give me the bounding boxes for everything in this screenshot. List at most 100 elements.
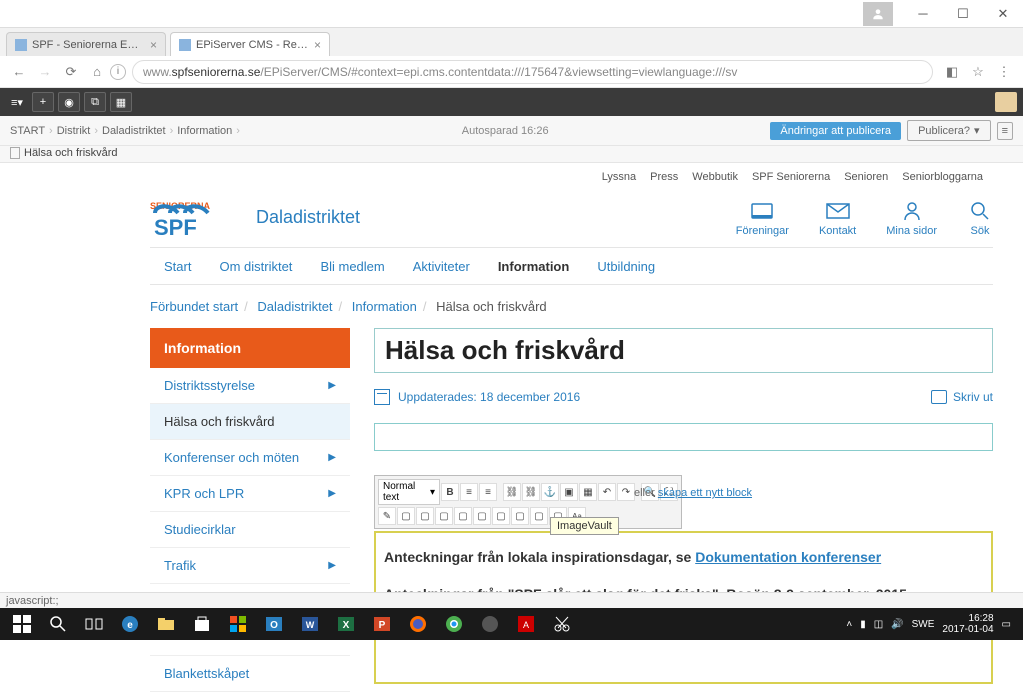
rte-btn[interactable]: ▢ [511, 507, 529, 525]
nav-omdistriktet[interactable]: Om distriktet [205, 248, 306, 284]
util-link[interactable]: SPF Seniorerna [752, 171, 830, 193]
sidebar-item[interactable]: Konferenser och möten▶ [150, 440, 350, 476]
taskbar-edge[interactable]: e [112, 610, 148, 638]
window-close[interactable]: ✕ [983, 0, 1023, 28]
cms-preview-icon[interactable]: ◉ [58, 92, 80, 112]
nav-forward[interactable]: → [32, 59, 58, 85]
system-tray[interactable]: ˄ ▮ ◫ 🔊 SWE 16:28 2017-01-04 ▭ [846, 613, 1019, 635]
sidebar-item[interactable]: KPR och LPR▶ [150, 476, 350, 512]
tray-volume-icon[interactable]: 🔊 [891, 619, 903, 630]
cms-grid-icon[interactable]: ▦ [110, 92, 132, 112]
rte-link[interactable]: ⛓ [503, 483, 521, 501]
quick-kontakt[interactable]: Kontakt [819, 201, 856, 237]
rte-btn[interactable]: ▢ [454, 507, 472, 525]
rte-image[interactable]: ▣ [560, 483, 578, 501]
taskbar-app2[interactable] [472, 610, 508, 638]
user-account-icon[interactable] [863, 2, 893, 26]
nav-blimedlem[interactable]: Bli medlem [306, 248, 398, 284]
taskbar-excel[interactable]: X [328, 610, 364, 638]
sidebar-item[interactable]: Distriktsstyrelse▶ [150, 368, 350, 404]
util-link[interactable]: Seniorbloggarna [902, 171, 983, 193]
tray-clock[interactable]: 16:28 2017-01-04 [942, 613, 993, 635]
sidebar-item[interactable]: Studiecirklar [150, 512, 350, 548]
tray-notifications-icon[interactable]: ▭ [1002, 619, 1011, 630]
rte-anchor[interactable]: ⚓ [541, 483, 559, 501]
browser-tab[interactable]: SPF - Seniorerna Episerv… × [6, 32, 166, 56]
print-link[interactable]: Skriv ut [931, 390, 993, 404]
cms-menu-icon[interactable]: ≡▾ [6, 92, 28, 112]
cms-assets-icon[interactable] [995, 92, 1017, 112]
util-link[interactable]: Senioren [844, 171, 888, 193]
taskbar-snip[interactable] [544, 610, 580, 638]
sidebar-item[interactable]: Trafik▶ [150, 548, 350, 584]
window-maximize[interactable]: ☐ [943, 0, 983, 28]
quick-foreningar[interactable]: Föreningar [736, 201, 789, 237]
rte-numbered[interactable]: ≡ [479, 483, 497, 501]
nav-information[interactable]: Information [484, 248, 584, 284]
nav-aktiviteter[interactable]: Aktiviteter [399, 248, 484, 284]
util-link[interactable]: Webbutik [692, 171, 738, 193]
rte-edit[interactable]: ✎ [378, 507, 396, 525]
tray-chevron-icon[interactable]: ˄ [846, 619, 852, 630]
taskbar-outlook[interactable]: O [256, 610, 292, 638]
district-name[interactable]: Daladistriktet [256, 207, 360, 228]
rte-btn[interactable]: ▢ [530, 507, 548, 525]
tab-close-icon[interactable]: × [150, 38, 157, 52]
util-link[interactable]: Lyssna [602, 171, 636, 193]
view-options-button[interactable]: ≡ [997, 122, 1013, 140]
publish-button[interactable]: Publicera?▾ [907, 120, 991, 141]
rte-format-select[interactable]: Normal text▾ [378, 479, 440, 505]
tab-close-icon[interactable]: × [314, 38, 321, 52]
browser-menu-icon[interactable]: ⋮ [991, 59, 1017, 85]
browser-tab-active[interactable]: EPiServer CMS - Rediger… × [170, 32, 330, 56]
search-taskbar-icon[interactable] [40, 610, 76, 638]
rte-bullets[interactable]: ≡ [460, 483, 478, 501]
crumb-link[interactable]: Information [352, 299, 417, 314]
bookmark-icon[interactable]: ☆ [965, 59, 991, 85]
taskbar-explorer[interactable] [148, 610, 184, 638]
taskbar-store[interactable] [184, 610, 220, 638]
rte-btn[interactable]: ▢ [397, 507, 415, 525]
rte-btn[interactable]: ▢ [492, 507, 510, 525]
site-logo[interactable]: SENIORERNA SPF [150, 195, 240, 237]
taskbar-app[interactable] [220, 610, 256, 638]
rte-redo[interactable]: ↷ [617, 483, 635, 501]
crumb-link[interactable]: Förbundet start [150, 299, 238, 314]
address-bar[interactable]: www.spfseniorerna.se/EPiServer/CMS/#cont… [132, 60, 933, 84]
cms-screen-icon[interactable]: ⧉ [84, 92, 106, 112]
taskbar-powerpoint[interactable]: P [364, 610, 400, 638]
changes-to-publish-button[interactable]: Ändringar att publicera [770, 122, 901, 140]
taskbar-chrome[interactable] [436, 610, 472, 638]
rte-media[interactable]: ▦ [579, 483, 597, 501]
view-mode-icon[interactable]: ◧ [939, 59, 965, 85]
crumb-link[interactable]: Daladistriktet [257, 299, 332, 314]
tray-lang[interactable]: SWE [912, 619, 935, 630]
nav-back[interactable]: ← [6, 59, 32, 85]
util-link[interactable]: Press [650, 171, 678, 193]
nav-start[interactable]: Start [150, 248, 205, 284]
window-minimize[interactable]: ─ [903, 0, 943, 28]
nav-home[interactable]: ⌂ [84, 59, 110, 85]
nav-reload[interactable]: ⟳ [58, 59, 84, 85]
rte-undo[interactable]: ↶ [598, 483, 616, 501]
taskbar-firefox[interactable] [400, 610, 436, 638]
tray-battery-icon[interactable]: ▮ [860, 619, 866, 630]
task-view-icon[interactable] [76, 610, 112, 638]
rte-btn[interactable]: ▢ [435, 507, 453, 525]
rte-unlink[interactable]: ⛓ [522, 483, 540, 501]
sidebar-item[interactable]: Blankettskåpet [150, 656, 350, 692]
nav-utbildning[interactable]: Utbildning [583, 248, 669, 284]
start-button[interactable] [4, 610, 40, 638]
doc-link[interactable]: Dokumentation konferenser [695, 549, 881, 565]
taskbar-acrobat[interactable]: A [508, 610, 544, 638]
empty-content-block[interactable] [374, 423, 993, 451]
cms-add-icon[interactable]: + [32, 92, 54, 112]
rte-btn[interactable]: ▢ [473, 507, 491, 525]
create-block-link[interactable]: skapa ett nytt block [658, 487, 752, 499]
rte-bold[interactable]: B [441, 483, 459, 501]
taskbar-word[interactable]: W [292, 610, 328, 638]
sidebar-item-active[interactable]: Hälsa och friskvård [150, 404, 350, 440]
quick-minasidor[interactable]: Mina sidor [886, 201, 937, 237]
site-info-icon[interactable]: i [110, 64, 126, 80]
quick-sok[interactable]: Sök [967, 201, 993, 237]
